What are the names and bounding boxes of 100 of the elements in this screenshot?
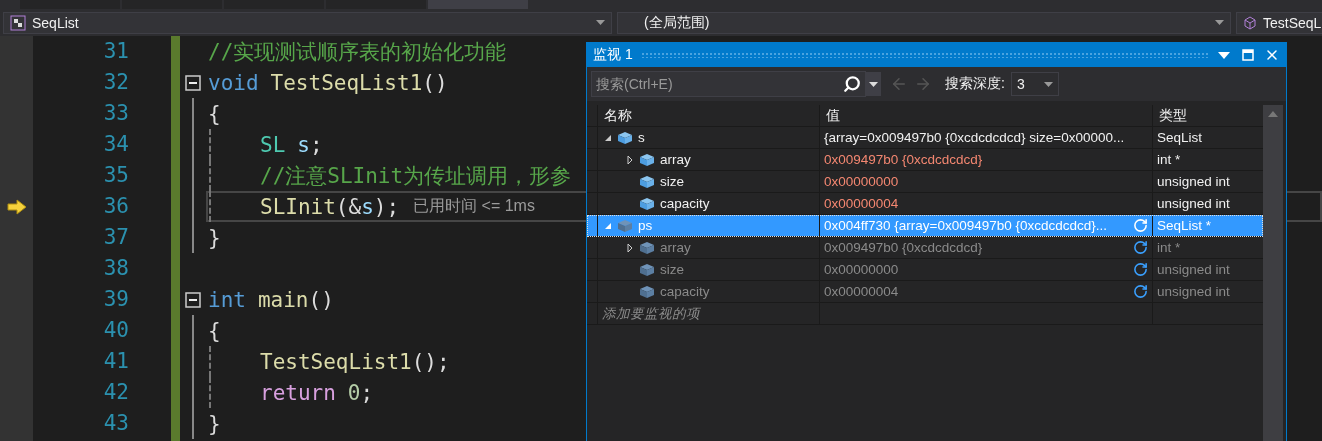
variable-value: {array=0x009497b0 {0xcdcdcdcd} size=0x00000... [824, 130, 1126, 145]
line-number: 33 [103, 100, 129, 127]
variable-name: array [660, 152, 691, 167]
code-token: main [257, 287, 309, 312]
watch-row[interactable]: capacity 0x00000004 unsigned int [587, 281, 1263, 303]
code-token: return [260, 380, 336, 405]
forward-arrow-icon [914, 75, 932, 93]
variable-value: 0x00000000 [824, 262, 900, 277]
collapse-icon[interactable] [185, 74, 201, 91]
search-options-button[interactable] [866, 72, 881, 96]
watch-row[interactable]: size 0x00000000 unsigned int [587, 171, 1263, 193]
refresh-icon[interactable] [1133, 284, 1148, 299]
code-token: } [208, 225, 221, 250]
scroll-up-icon[interactable] [1268, 111, 1278, 117]
maximize-button[interactable] [1240, 47, 1256, 63]
code-token: TestSeqList1 [270, 70, 423, 95]
line-number: 32 [103, 69, 129, 96]
column-header[interactable]: 值 [819, 105, 1152, 126]
code-token: void [208, 70, 259, 95]
search-depth-label: 搜索深度: [945, 75, 1005, 93]
variable-name: ps [638, 218, 653, 233]
code-token: s [297, 132, 310, 157]
variable-value: 0x009497b0 {0xcdcdcdcd} [824, 152, 984, 167]
line-number: 39 [103, 286, 129, 313]
code-token: } [208, 411, 221, 436]
variable-value: 0x004ff730 {array=0x009497b0 {0xcdcdcdcd}... [824, 218, 1109, 233]
scope-dropdown[interactable]: (全局范围) [617, 11, 1231, 34]
refresh-icon[interactable] [1133, 262, 1148, 277]
scrollbar[interactable] [1263, 105, 1283, 441]
variable-name: capacity [660, 284, 710, 299]
variable-type: int * [1157, 152, 1181, 167]
code-token: ); [373, 194, 400, 219]
line-number: 42 [103, 379, 129, 406]
line-number: 38 [103, 255, 129, 282]
variable-name: capacity [660, 196, 710, 211]
project-dropdown[interactable]: SeqList [3, 11, 612, 34]
variable-value: 0x00000000 [824, 174, 900, 189]
code-token: () [308, 287, 334, 312]
add-watch-field[interactable]: 添加要监视的项 [597, 303, 819, 324]
search-field[interactable]: 搜索(Ctrl+E) [591, 71, 866, 97]
expand-icon[interactable] [626, 155, 634, 164]
refresh-icon[interactable] [1133, 240, 1148, 255]
variable-name: size [660, 174, 684, 189]
window-title: 监视 1 [593, 46, 633, 64]
variable-name: array [660, 240, 691, 255]
elapsed-time-hint: 已用时间 <= 1ms [413, 196, 535, 216]
code-token: { [208, 318, 221, 343]
line-number: 31 [103, 38, 129, 65]
project-icon [10, 14, 26, 31]
line-number: 40 [103, 317, 129, 344]
code-token: s [361, 194, 374, 219]
code-token: SL [260, 132, 286, 157]
caret-icon [1215, 20, 1224, 25]
line-number: 36 [103, 193, 129, 220]
watch-row[interactable]: array 0x009497b0 {0xcdcdcdcd} int * [587, 237, 1263, 259]
variable-type: int * [1157, 240, 1181, 255]
collapse-icon[interactable] [604, 133, 612, 142]
variable-type: unsigned int [1157, 174, 1230, 189]
caret-icon [869, 81, 878, 87]
variable-value: 0x00000004 [824, 196, 900, 211]
search-depth-dropdown[interactable]: 3 [1010, 72, 1059, 96]
variable-value: 0x009497b0 {0xcdcdcdcd} [824, 240, 984, 255]
expand-icon[interactable] [626, 243, 634, 252]
variable-value: 0x00000004 [824, 284, 900, 299]
variable-type: unsigned int [1157, 284, 1230, 299]
variable-type: unsigned int [1157, 196, 1230, 211]
cube-icon [1243, 15, 1257, 30]
variable-name: size [660, 262, 684, 277]
variable-type: unsigned int [1157, 262, 1230, 277]
search-icon[interactable] [843, 75, 861, 93]
line-number: 35 [103, 162, 129, 189]
code-token: { [208, 101, 221, 126]
line-number: 34 [103, 131, 129, 158]
code-token: TestSeqList1 [260, 349, 412, 374]
code-token: ; [360, 380, 374, 405]
variable-type: SeqList * [1157, 218, 1212, 233]
code-token: (& [335, 194, 362, 219]
code-token: () [422, 70, 448, 95]
code-token: ; [309, 132, 323, 157]
close-button[interactable] [1264, 47, 1280, 63]
variable-type: SeqList [1157, 130, 1203, 145]
line-number: 41 [103, 348, 129, 375]
caret-icon [1218, 51, 1230, 59]
watch-row[interactable]: array 0x009497b0 {0xcdcdcdcd} int * [587, 149, 1263, 171]
code-token: (); [411, 349, 450, 374]
watch-row[interactable]: s {array=0x009497b0 {0xcdcdcdcd} size=0x00000... SeqList [587, 127, 1263, 149]
code-token: SLInit [260, 194, 336, 219]
line-number: 43 [103, 410, 129, 437]
watch-row[interactable]: size 0x00000000 unsigned int [587, 259, 1263, 281]
caret-icon [596, 20, 605, 25]
variable-name: s [638, 130, 645, 145]
code-token: int [208, 287, 246, 312]
code-comment: //注意SLInit为传址调用，形参 [260, 162, 572, 190]
column-header[interactable]: 名称 [597, 105, 819, 126]
code-token: 0 [347, 380, 361, 405]
caret-icon [1043, 81, 1053, 87]
code-comment: //实现测试顺序表的初始化功能 [208, 38, 507, 66]
member-dropdown[interactable]: TestSeqL [1236, 11, 1322, 34]
line-number: 37 [103, 224, 129, 251]
collapse-icon[interactable] [185, 291, 201, 308]
